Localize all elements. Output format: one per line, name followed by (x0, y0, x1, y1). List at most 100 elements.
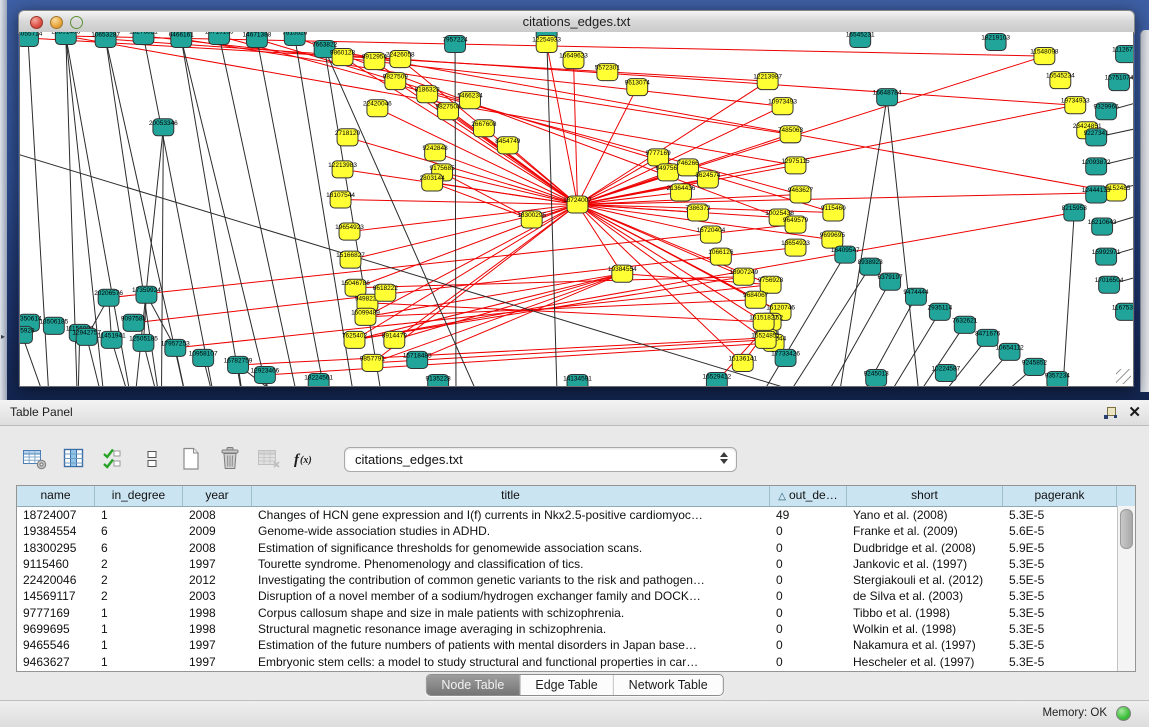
table-row[interactable]: 969969511998Structural magnetic resonanc… (17, 621, 1135, 637)
network-edge[interactable] (577, 192, 1116, 204)
network-node[interactable]: 8454749 (495, 137, 521, 154)
network-node[interactable]: 9474444 (903, 288, 929, 305)
table-row[interactable]: 1830029562008Estimation of significance … (17, 540, 1135, 556)
table-row[interactable]: 946362711997Embryonic stem cells: a mode… (17, 654, 1135, 670)
float-panel-icon[interactable] (1103, 406, 1118, 420)
network-node[interactable]: 16545234 (1046, 72, 1075, 89)
network-node[interactable]: 20053346 (149, 119, 178, 136)
network-node[interactable]: 16782759 (224, 356, 253, 373)
column-header-name[interactable]: name (17, 486, 95, 506)
network-node[interactable]: 7485063 (778, 126, 804, 143)
network-node[interactable]: 8914479 (382, 331, 408, 348)
network-node[interactable]: 9613074 (625, 79, 651, 96)
network-node[interactable]: 10719155 (205, 32, 234, 45)
network-node[interactable]: 12213983 (328, 161, 357, 178)
network-edge[interactable] (777, 267, 871, 386)
network-node[interactable]: 6379197 (878, 273, 904, 290)
network-edge[interactable] (181, 39, 273, 386)
column-header-title[interactable]: title (252, 486, 770, 506)
table-row[interactable]: 1872400712008Changes of HCN gene express… (17, 507, 1135, 523)
network-window-titlebar[interactable]: citations_edges.txt (18, 10, 1135, 34)
network-edge[interactable] (106, 39, 1076, 105)
close-window-button[interactable] (30, 16, 43, 29)
close-panel-icon[interactable]: ✕ (1128, 405, 1141, 420)
network-node[interactable]: 17359924 (132, 286, 161, 303)
function-builder-button[interactable]: f (x) (293, 445, 323, 473)
table-mode-button[interactable] (20, 445, 50, 473)
network-edge[interactable] (348, 137, 578, 204)
network-edge[interactable] (1061, 213, 1074, 386)
network-node[interactable]: 16210643 (1088, 218, 1117, 235)
network-node[interactable]: 9827509 (383, 73, 409, 90)
network-node[interactable]: 10654112 (995, 343, 1024, 360)
network-node[interactable]: 9777169 (646, 149, 672, 166)
network-edge[interactable] (341, 199, 578, 204)
network-node[interactable]: 14055714 (20, 32, 43, 47)
scrollbar-thumb[interactable] (1120, 509, 1133, 549)
network-node[interactable]: 15992971 (1092, 248, 1121, 265)
network-node[interactable]: 9242848 (423, 144, 449, 161)
network-node[interactable]: 15166827 (336, 251, 365, 268)
network-node[interactable]: 8938923 (858, 258, 884, 275)
network-node[interactable]: 10973493 (768, 98, 797, 115)
memory-status-indicator[interactable] (1116, 706, 1131, 721)
network-node[interactable]: 18300295 (517, 211, 546, 228)
network-node[interactable]: 9699695 (820, 231, 846, 248)
network-node[interactable]: 11675345 (1112, 303, 1133, 320)
column-header-year[interactable]: year (183, 486, 252, 506)
delete-table-button[interactable] (254, 445, 284, 473)
network-node[interactable]: 15046786 (341, 279, 370, 296)
network-node[interactable]: 2718120 (335, 129, 361, 146)
network-edge[interactable] (455, 44, 456, 386)
network-node[interactable]: 8215958 (1062, 204, 1088, 221)
network-node[interactable]: 9827508 (435, 103, 461, 120)
table-row[interactable]: 911546021997Tourette syndrome. Phenomeno… (17, 556, 1135, 572)
network-node[interactable]: 7386372 (685, 204, 711, 221)
network-node[interactable]: 12093872 (1082, 158, 1111, 175)
network-node[interactable]: 6618222 (373, 284, 399, 301)
network-node[interactable]: 17957253 (161, 339, 190, 356)
network-node[interactable]: 16529412 (702, 372, 731, 386)
network-node[interactable]: 5572301 (595, 64, 621, 81)
network-edge[interactable] (887, 97, 921, 386)
network-edge[interactable] (372, 274, 622, 363)
column-header-out_de[interactable]: △out_de… (770, 486, 847, 506)
network-node[interactable]: 10224587 (931, 364, 960, 381)
network-node[interactable]: 9649579 (783, 216, 809, 233)
network-node[interactable]: 16545231 (846, 32, 875, 48)
network-node[interactable]: 15718485 (403, 351, 432, 368)
network-node[interactable]: 3915928 (20, 326, 35, 343)
network-node[interactable]: 18107544 (326, 191, 355, 208)
network-node[interactable]: 20891406 (51, 32, 80, 45)
network-node[interactable]: 16649623 (559, 52, 588, 69)
network-edge[interactable] (365, 204, 577, 316)
network-node[interactable]: 9860128 (330, 49, 356, 66)
network-edge[interactable] (394, 204, 577, 339)
network-node[interactable]: 15524851 (751, 331, 780, 348)
table-row[interactable]: 2242004622012Investigating the contribut… (17, 572, 1135, 588)
network-edge[interactable] (836, 97, 887, 386)
table-row[interactable]: 1938455462009Genome-wide association stu… (17, 523, 1135, 539)
column-header-pagerank[interactable]: pagerank (1003, 486, 1117, 506)
network-node[interactable]: 22426058 (386, 51, 415, 68)
column-visibility-button[interactable] (59, 445, 89, 473)
network-node[interactable]: 5466234 (457, 92, 483, 109)
network-node[interactable]: 11126758 (1112, 46, 1133, 63)
network-node[interactable]: 9097588 (121, 314, 147, 331)
network-node[interactable]: 7625402 (342, 331, 368, 348)
network-node[interactable]: 10653287 (91, 32, 120, 48)
network-node[interactable]: 17016504 (1095, 276, 1124, 293)
network-node[interactable]: 15136141 (728, 354, 757, 371)
network-node[interactable]: 7957224 (442, 36, 468, 53)
network-node[interactable]: 19734933 (1061, 97, 1090, 114)
network-node[interactable]: 15751074 (1105, 74, 1133, 91)
table-row[interactable]: 1456911722003Disruption of a novel membe… (17, 588, 1135, 604)
network-node[interactable]: 13654923 (781, 239, 810, 256)
column-header-short[interactable]: short (847, 486, 1003, 506)
network-node[interactable]: 14134591 (563, 374, 592, 386)
network-node[interactable]: 12254933 (532, 36, 561, 53)
network-node[interactable]: 12213987 (753, 73, 782, 90)
network-edge[interactable] (238, 338, 767, 365)
column-header-in_degree[interactable]: in_degree (95, 486, 183, 506)
network-node[interactable]: 9857791 (360, 354, 386, 371)
